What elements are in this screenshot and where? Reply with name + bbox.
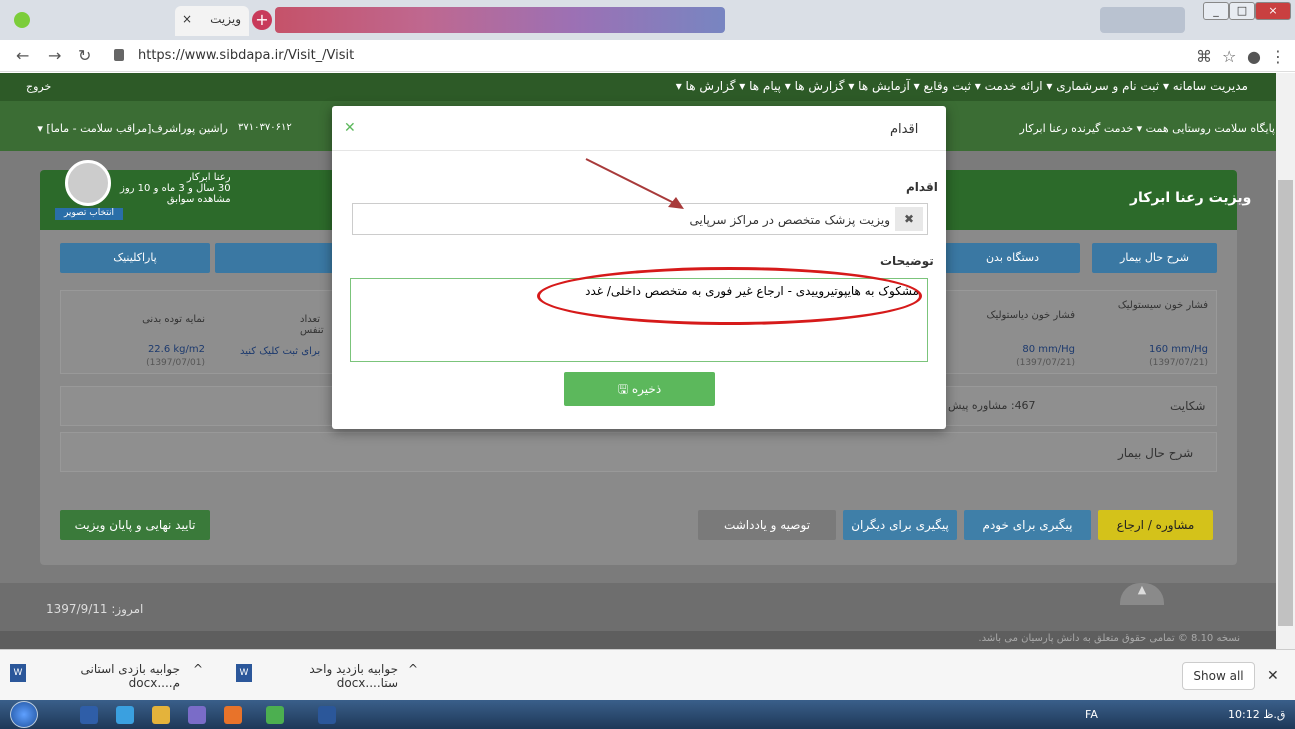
others-followup-button[interactable]: پیگیری برای دیگران — [843, 510, 957, 540]
folder-icon[interactable] — [152, 706, 170, 724]
window-close-button[interactable]: × — [1255, 2, 1291, 20]
vital-date: (1397/07/21) — [1016, 358, 1075, 368]
tab-blank[interactable] — [215, 243, 335, 273]
star-icon[interactable]: ☆ — [1222, 47, 1236, 66]
avatar — [65, 160, 111, 206]
menu-icon[interactable]: ⋮ — [1270, 47, 1286, 66]
download-item[interactable]: جوابیه بازدید واحد ستا....docx — [258, 662, 398, 690]
clear-icon[interactable]: ✖ — [895, 207, 923, 231]
complaint-label: شکایت — [1170, 399, 1206, 413]
divider — [332, 150, 946, 151]
tab-paraclinic[interactable]: پاراکلینیک — [60, 243, 210, 273]
save-icon: 🖫 — [617, 382, 632, 396]
complaint-value: 467: مشاوره پیش — [948, 399, 1036, 412]
vital-label: فشار خون سیستولیک — [1117, 300, 1208, 311]
language-indicator[interactable]: FA — [1085, 708, 1098, 721]
user-menu[interactable]: راشین پوراشرف[مراقب سلامت - ماما] ▾ — [28, 122, 228, 135]
history-section[interactable] — [60, 432, 1217, 472]
annotation-arrow — [585, 158, 684, 209]
show-all-button[interactable]: Show all — [1182, 662, 1255, 690]
chevron-up-icon[interactable]: ^ — [408, 662, 418, 676]
word-icon[interactable] — [318, 706, 336, 724]
tab-close-icon[interactable]: × — [182, 12, 192, 26]
phone-number: ۳۷۱۰۳۷۰۶۱۲ — [238, 122, 292, 133]
blurred-profile — [1100, 7, 1185, 33]
download-item[interactable]: جوابیه بازدی استانی م....docx — [30, 662, 180, 690]
url-field[interactable]: https://www.sibdapa.ir/Visit_/Visit — [108, 45, 1188, 67]
logout-link[interactable]: خروج — [26, 80, 51, 93]
vital-value: 22.6 kg/m2 — [147, 344, 205, 355]
close-icon[interactable]: ✕ — [1267, 668, 1279, 684]
vital-label: فشار خون دیاستولیک — [986, 310, 1076, 321]
clock[interactable]: 10:12 ق.ظ — [1228, 708, 1285, 721]
action-value: ویزیت پزشک متخصص در مراکز سرپایی — [689, 213, 890, 227]
choose-image-button[interactable]: انتخاب تصویر — [55, 208, 123, 220]
account-icon[interactable]: ● — [1247, 47, 1261, 66]
media-icon[interactable] — [188, 706, 206, 724]
history-link[interactable]: مشاهده سوابق — [120, 194, 231, 205]
chevron-up-icon[interactable]: ^ — [193, 662, 203, 676]
notes-button[interactable]: توصیه و یادداشت — [698, 510, 836, 540]
action-label: اقدام — [906, 180, 938, 194]
description-label: توضیحات — [880, 254, 934, 268]
word-file-icon: W — [10, 664, 26, 682]
vital-value: 80 mm/Hg — [1022, 344, 1075, 355]
vital-label: نمایه توده بدنی — [142, 314, 205, 325]
subnav-right[interactable]: پایگاه سلامت روستایی همت ▾ خدمت گیرنده ر… — [960, 122, 1275, 135]
chrome-icon[interactable] — [266, 706, 284, 724]
vital-value[interactable]: برای ثبت کلیک کنید — [240, 346, 330, 357]
tab-body-system[interactable]: دستگاه بدن — [945, 243, 1080, 273]
back-icon[interactable]: ← — [16, 46, 29, 65]
new-tab-button[interactable]: + — [252, 10, 272, 30]
profile-icon[interactable] — [14, 12, 30, 28]
annotation-ellipse — [537, 267, 922, 325]
patient-name: رعنا ابرکار — [186, 172, 231, 183]
tab-history[interactable]: شرح حال بیمار — [1092, 243, 1217, 273]
history-section-label[interactable]: شرح حال بیمار — [1118, 446, 1193, 460]
translate-icon[interactable]: ⌘ — [1196, 47, 1212, 66]
topnav-text[interactable]: مدیریت سامانه ▾ ثبت نام و سرشماری ▾ ارائ… — [676, 79, 1248, 93]
start-button[interactable] — [10, 701, 38, 728]
reload-icon[interactable]: ↻ — [78, 46, 91, 65]
word-file-icon: W — [236, 664, 252, 682]
tab-title: ویزیت — [210, 12, 241, 26]
patient-age: 30 سال و 3 ماه و 10 روز — [120, 183, 231, 194]
window-maximize-button[interactable]: □ — [1229, 2, 1255, 20]
finish-visit-button[interactable]: تایید نهایی و پایان ویزیت — [60, 510, 210, 540]
save-button[interactable]: 🖫 ذخیره — [564, 372, 715, 406]
self-followup-button[interactable]: پیگیری برای خودم — [964, 510, 1091, 540]
vital-value: 160 mm/Hg — [1149, 344, 1208, 355]
today-date: امروز: 1397/9/11 — [46, 602, 144, 616]
modal-title: اقدام — [890, 122, 919, 137]
url-text: https://www.sibdapa.ir/Visit_/Visit — [138, 48, 355, 63]
ie-icon[interactable] — [116, 706, 134, 724]
blurred-tabs — [275, 7, 725, 33]
scroll-thumb[interactable] — [1278, 180, 1293, 626]
footer — [0, 583, 1276, 631]
top-navigation[interactable]: مدیریت سامانه ▾ ثبت نام و سرشماری ▾ ارائ… — [0, 73, 1276, 101]
save-label: ذخیره — [631, 382, 662, 396]
card-title: ویزیت رعنا ابرکار — [1130, 190, 1252, 206]
vital-date: (1397/07/21) — [1149, 358, 1208, 368]
vital-date: (1397/07/01) — [146, 358, 205, 368]
referral-button[interactable]: مشاوره / ارجاع — [1098, 510, 1213, 540]
firefox-icon[interactable] — [224, 706, 242, 724]
forward-icon[interactable]: → — [48, 46, 61, 65]
version-text: نسخه 8.10 © تمامی حقوق متعلق به دانش پار… — [978, 633, 1240, 644]
mail-icon[interactable] — [80, 706, 98, 724]
window-minimize-button[interactable]: _ — [1203, 2, 1229, 20]
close-icon[interactable]: ✕ — [344, 120, 356, 136]
patient-info: رعنا ابرکار 30 سال و 3 ماه و 10 روز مشاه… — [120, 172, 231, 205]
